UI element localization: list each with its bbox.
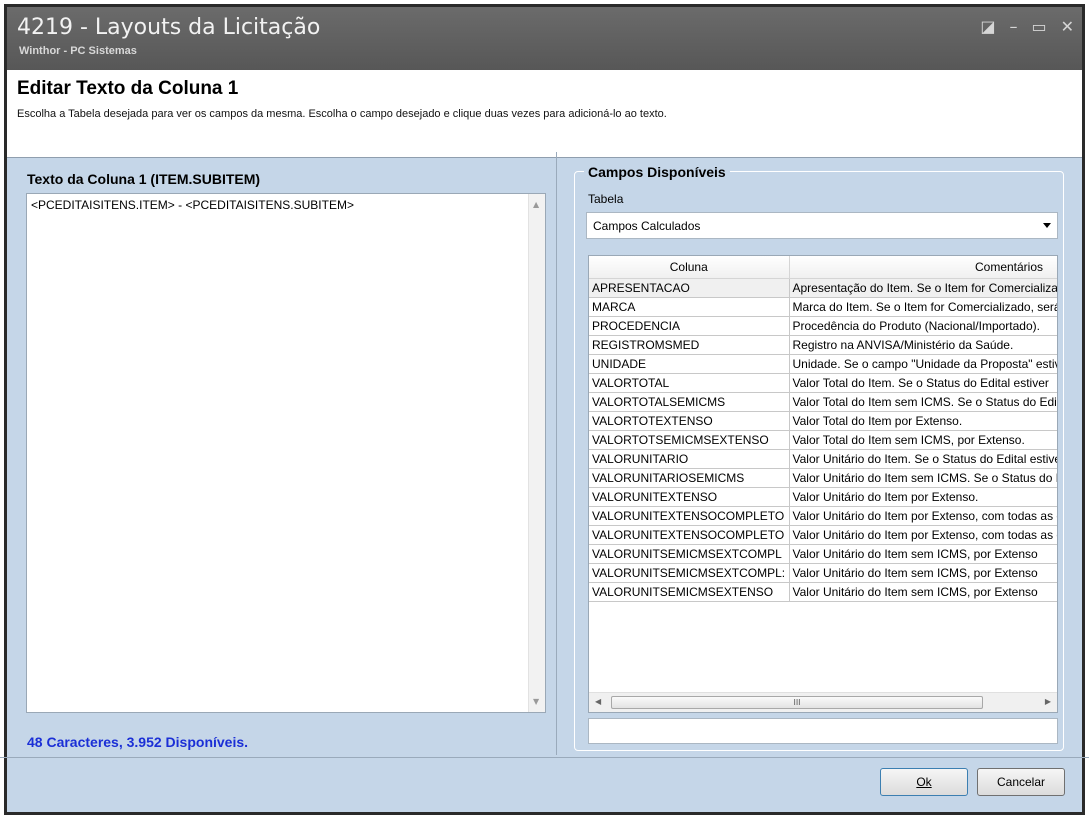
- cell-comentario[interactable]: Procedência do Produto (Nacional/Importa…: [789, 316, 1057, 336]
- cell-comentario[interactable]: Valor Total do Item sem ICMS, por Extens…: [789, 430, 1057, 450]
- dialog-title: Editar Texto da Coluna 1: [17, 78, 239, 99]
- cell-comentario[interactable]: Marca do Item. Se o Item for Comercializ…: [789, 297, 1057, 317]
- table-row[interactable]: VALORUNITEXTENSOCOMPLETO Valor Unitário d…: [589, 506, 1057, 526]
- cell-comentario[interactable]: Valor Unitário do Item por Extenso.: [789, 487, 1057, 507]
- cell-comentario[interactable]: Apresentação do Item. Se o Item for Come…: [789, 278, 1057, 298]
- fields-table-body: APRESENTACAO Apresentação do Item. Se o I…: [589, 278, 1057, 602]
- cell-comentario[interactable]: Valor Unitário do Item sem ICMS, por Ext…: [789, 582, 1057, 602]
- available-fields-title: Campos Disponíveis: [584, 164, 730, 180]
- cell-coluna[interactable]: VALORUNITARIO: [589, 449, 790, 469]
- cell-comentario[interactable]: Valor Unitário do Item sem ICMS, por Ext…: [789, 544, 1057, 564]
- cell-coluna[interactable]: VALORUNITARIOSEMICMS: [589, 468, 790, 488]
- cell-comentario[interactable]: Valor Total do Item. Se o Status do Edit…: [789, 373, 1057, 393]
- horizontal-scrollbar[interactable]: ◀ III ▶: [589, 692, 1057, 712]
- cell-comentario[interactable]: Valor Unitário do Item por Extenso, com …: [789, 506, 1057, 526]
- cell-coluna[interactable]: VALORTOTEXTENSO: [589, 411, 790, 431]
- cell-coluna[interactable]: REGISTROMSMED: [589, 335, 790, 355]
- scroll-left-icon[interactable]: ◀: [595, 697, 601, 706]
- comment-detail-field[interactable]: [588, 718, 1058, 744]
- column-text-title: Texto da Coluna 1 (ITEM.SUBITEM): [27, 171, 261, 187]
- table-select[interactable]: Campos Calculados: [586, 212, 1058, 239]
- table-row[interactable]: VALORUNITEXTENSO Valor Unitário do Item p…: [589, 487, 1057, 507]
- cell-coluna[interactable]: VALORUNITEXTENSOCOMPLETO: [589, 506, 790, 526]
- scroll-down-icon[interactable]: ▼: [533, 697, 539, 706]
- title-bar: 4219 - Layouts da Licitação Winthor - PC…: [7, 7, 1082, 70]
- fields-table: Coluna Comentários APRESENTACAO Apresenta…: [589, 256, 1057, 602]
- table-row[interactable]: VALORTOTAL Valor Total do Item. Se o Stat…: [589, 373, 1057, 393]
- chevron-down-icon[interactable]: [1043, 223, 1051, 228]
- table-row[interactable]: VALORUNITSEMICMSEXTCOMPL Valor Unitário d…: [589, 544, 1057, 564]
- cell-comentario[interactable]: Unidade. Se o campo "Unidade da Proposta…: [789, 354, 1057, 374]
- cell-coluna[interactable]: VALORUNITEXTENSOCOMPLETO: [589, 525, 790, 545]
- cell-coluna[interactable]: VALORTOTALSEMICMS: [589, 392, 790, 412]
- char-count-status: 48 Caracteres, 3.952 Disponíveis.: [27, 734, 249, 750]
- restore-icon[interactable]: ◪: [980, 19, 995, 35]
- cell-coluna[interactable]: VALORUNITSEMICMSEXTCOMPL:: [589, 563, 790, 583]
- cell-coluna[interactable]: UNIDADE: [589, 354, 790, 374]
- scroll-thumb[interactable]: III: [611, 696, 983, 709]
- table-row[interactable]: VALORUNITEXTENSOCOMPLETO Valor Unitário d…: [589, 525, 1057, 545]
- column-header-comentarios[interactable]: Comentários: [789, 256, 1057, 279]
- cell-comentario[interactable]: Valor Unitário do Item sem ICMS, por Ext…: [789, 563, 1057, 583]
- cell-coluna[interactable]: MARCA: [589, 297, 790, 317]
- table-row[interactable]: MARCA Marca do Item. Se o Item for Comerc…: [589, 297, 1057, 317]
- scroll-up-icon[interactable]: ▲: [533, 200, 539, 209]
- close-icon[interactable]: ✕: [1061, 19, 1074, 35]
- vertical-scrollbar[interactable]: ▲ ▼: [528, 194, 545, 712]
- table-label: Tabela: [588, 192, 624, 206]
- table-row[interactable]: VALORTOTALSEMICMS Valor Total do Item sem…: [589, 392, 1057, 412]
- table-row[interactable]: VALORTOTEXTENSO Valor Total do Item por E…: [589, 411, 1057, 431]
- table-select-value: Campos Calculados: [593, 219, 701, 233]
- cell-comentario[interactable]: Valor Unitário do Item. Se o Status do E…: [789, 449, 1057, 469]
- maximize-icon[interactable]: ▭: [1031, 19, 1046, 35]
- table-row[interactable]: VALORUNITSEMICMSEXTCOMPL: Valor Unitário …: [589, 563, 1057, 583]
- fields-grid[interactable]: Coluna Comentários APRESENTACAO Apresenta…: [588, 255, 1058, 713]
- table-row[interactable]: APRESENTACAO Apresentação do Item. Se o I…: [589, 278, 1057, 298]
- table-row[interactable]: VALORUNITARIO Valor Unitário do Item. Se …: [589, 449, 1057, 469]
- table-row[interactable]: REGISTROMSMED Registro na ANVISA/Ministér…: [589, 335, 1057, 355]
- cell-coluna[interactable]: VALORTOTAL: [589, 373, 790, 393]
- table-row[interactable]: VALORTOTSEMICMSEXTENSO Valor Total do Ite…: [589, 430, 1057, 450]
- column-header-coluna[interactable]: Coluna: [589, 256, 790, 279]
- footer-divider: [0, 757, 1089, 758]
- window-controls: ◪ – ▭ ✕: [980, 19, 1074, 35]
- dialog-description: Escolha a Tabela desejada para ver os ca…: [17, 108, 667, 120]
- minimize-icon[interactable]: –: [1009, 19, 1017, 35]
- table-row[interactable]: PROCEDENCIA Procedência do Produto (Nacio…: [589, 316, 1057, 336]
- cell-coluna[interactable]: VALORTOTSEMICMSEXTENSO: [589, 430, 790, 450]
- ok-button-label: Ok: [916, 775, 932, 789]
- panel-divider: [556, 152, 557, 755]
- cell-coluna[interactable]: VALORUNITSEMICMSEXTENSO: [589, 582, 790, 602]
- table-row[interactable]: UNIDADE Unidade. Se o campo "Unidade da P…: [589, 354, 1057, 374]
- cell-coluna[interactable]: VALORUNITSEMICMSEXTCOMPL: [589, 544, 790, 564]
- column-text-editor[interactable]: <PCEDITAISITENS.ITEM> - <PCEDITAISITENS.…: [26, 193, 546, 713]
- cell-comentario[interactable]: Valor Total do Item sem ICMS. Se o Statu…: [789, 392, 1057, 412]
- cancel-button[interactable]: Cancelar: [977, 768, 1065, 796]
- column-text-content[interactable]: <PCEDITAISITENS.ITEM> - <PCEDITAISITENS.…: [31, 198, 354, 212]
- ok-button[interactable]: Ok: [880, 768, 968, 796]
- table-row[interactable]: VALORUNITARIOSEMICMS Valor Unitário do It…: [589, 468, 1057, 488]
- cell-comentario[interactable]: Valor Total do Item por Extenso.: [789, 411, 1057, 431]
- cell-comentario[interactable]: Valor Unitário do Item por Extenso, com …: [789, 525, 1057, 545]
- dialog-header: Editar Texto da Coluna 1 Escolha a Tabel…: [7, 70, 1082, 158]
- cell-coluna[interactable]: APRESENTACAO: [589, 278, 790, 298]
- window-subtitle: Winthor - PC Sistemas: [19, 45, 137, 57]
- cell-coluna[interactable]: VALORUNITEXTENSO: [589, 487, 790, 507]
- window-title: 4219 - Layouts da Licitação: [17, 15, 321, 40]
- cell-coluna[interactable]: PROCEDENCIA: [589, 316, 790, 336]
- cell-comentario[interactable]: Registro na ANVISA/Ministério da Saúde.: [789, 335, 1057, 355]
- cell-comentario[interactable]: Valor Unitário do Item sem ICMS. Se o St…: [789, 468, 1057, 488]
- table-row[interactable]: VALORUNITSEMICMSEXTENSO Valor Unitário do…: [589, 582, 1057, 602]
- scroll-right-icon[interactable]: ▶: [1045, 697, 1051, 706]
